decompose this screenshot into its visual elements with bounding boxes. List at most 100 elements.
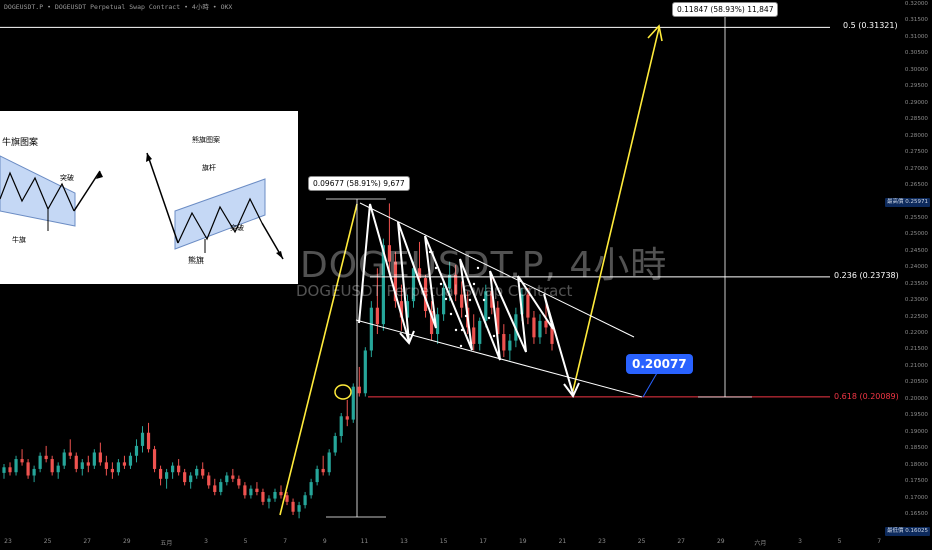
time-tick: 7 (877, 538, 882, 545)
price-tick: 0.27000 (904, 165, 928, 172)
bear-flag-label: 熊旗 (188, 256, 204, 265)
candle-body (20, 459, 24, 463)
price-tick: 0.21500 (904, 346, 928, 353)
candle-body (62, 452, 66, 466)
time-tick: 3 (204, 538, 208, 545)
measure-label-2: 0.11847 (58.93%) 11,847 (672, 2, 779, 17)
candle-body (98, 452, 102, 463)
price-tick: 0.27500 (904, 149, 928, 156)
price-tick: 0.29000 (904, 99, 928, 106)
price-tick: 0.29500 (904, 83, 928, 90)
symbol-label: DOGEUSDT.P (4, 3, 44, 11)
price-tick: 0.18000 (904, 461, 928, 468)
watermark-contract: DOGEUSDT Perpetual Swap Contract (296, 282, 573, 300)
candle-body (26, 462, 30, 476)
dot-marker (487, 316, 491, 320)
dot-marker (497, 350, 501, 354)
candle-body (339, 416, 343, 437)
candle-body (68, 452, 72, 456)
time-tick: 29 (716, 538, 725, 545)
exchange-label: OKX (220, 3, 233, 11)
low-price-badge: 最低價 0.16025 (884, 527, 930, 536)
candle-body (146, 432, 151, 450)
price-tick: 0.32000 (904, 1, 928, 7)
bear-flag-title: 熊旗图案 (192, 136, 220, 144)
flag-pattern-inset: 牛旗图案 熊旗图案 突破 牛旗 旗杆 突破 熊旗 (0, 111, 298, 284)
price-tick: 0.17000 (904, 494, 928, 501)
candle-body (116, 462, 121, 473)
time-tick: 25 (43, 538, 52, 545)
price-tick: 0.22000 (904, 330, 928, 337)
price-tick: 0.30000 (904, 66, 928, 73)
time-tick: 23 (598, 538, 606, 545)
candle-body (2, 467, 6, 473)
time-tick: 25 (637, 538, 646, 545)
price-tick: 0.18500 (904, 445, 928, 452)
candle-body (110, 468, 114, 473)
candle-body (315, 468, 319, 483)
candle-body (152, 449, 157, 469)
candle-body (369, 307, 373, 351)
candle-body (80, 462, 84, 469)
candle-body (14, 459, 18, 473)
candle-body (8, 467, 12, 473)
measure-label-1: 0.09677 (58.91%) 9,677 (308, 176, 410, 191)
time-tick: 5 (243, 538, 248, 545)
flagpole-label: 旗杆 (202, 164, 216, 172)
candle-body (303, 495, 307, 506)
candle-body (309, 482, 313, 496)
dot-marker (459, 344, 463, 348)
candle-body (195, 468, 199, 476)
candle-body (177, 465, 181, 473)
candle-body (74, 455, 78, 469)
price-tick: 0.21000 (904, 362, 928, 369)
candle-body (351, 386, 355, 420)
candle-body (92, 452, 96, 466)
interval-label: 4小時 (191, 3, 209, 11)
price-tick: 0.25000 (904, 231, 928, 238)
time-tick: 7 (283, 538, 288, 545)
price-tick: 0.19500 (904, 412, 928, 419)
time-tick: 23 (4, 538, 12, 545)
time-tick: 21 (558, 538, 567, 545)
candle-body (255, 488, 259, 492)
candle-body (201, 468, 205, 476)
price-tick: 0.28500 (904, 116, 928, 123)
bull-flag-title: 牛旗图案 (2, 138, 39, 148)
price-axis[interactable]: 0.32000 0.31500 0.31000 0.30500 0.30000 0.295… (872, 0, 932, 535)
candle-body (532, 317, 536, 338)
price-tick: 0.31000 (904, 33, 928, 40)
highlight-circle (334, 384, 352, 400)
candle-body (122, 462, 127, 466)
candle-body (219, 482, 223, 492)
candle-body (128, 455, 133, 466)
dot-marker (460, 328, 464, 332)
price-tick: 0.20500 (904, 379, 928, 386)
dot-marker (492, 334, 496, 338)
projection-arrow (571, 27, 660, 396)
watermark-symbol: DOGEUSDT.P, 4小時 (300, 245, 668, 286)
price-tick: 0.17500 (904, 478, 928, 485)
candle-body (333, 436, 337, 453)
candle-body (164, 472, 169, 479)
callout-pointer (642, 372, 658, 398)
candle-body (375, 307, 379, 325)
time-tick: 27 (677, 538, 686, 545)
time-tick: 3 (798, 538, 802, 545)
dot-marker (464, 314, 468, 318)
time-tick: 19 (518, 538, 527, 545)
candle-body (213, 485, 217, 492)
time-tick: 5 (837, 538, 842, 545)
high-price-badge: 最高價 0.25971 (884, 198, 930, 207)
candle-body (273, 491, 277, 499)
inset-diagram (0, 152, 284, 260)
candle-body (550, 327, 554, 344)
candle-body (321, 468, 325, 473)
breakout-right-label: 突破 (230, 224, 244, 232)
time-tick: 15 (439, 538, 448, 545)
time-tick: 29 (122, 538, 131, 545)
candle-body (86, 462, 90, 466)
price-callout: 0.20077 (626, 354, 693, 374)
price-tick: 0.28000 (904, 132, 928, 139)
candle-body (183, 472, 187, 483)
